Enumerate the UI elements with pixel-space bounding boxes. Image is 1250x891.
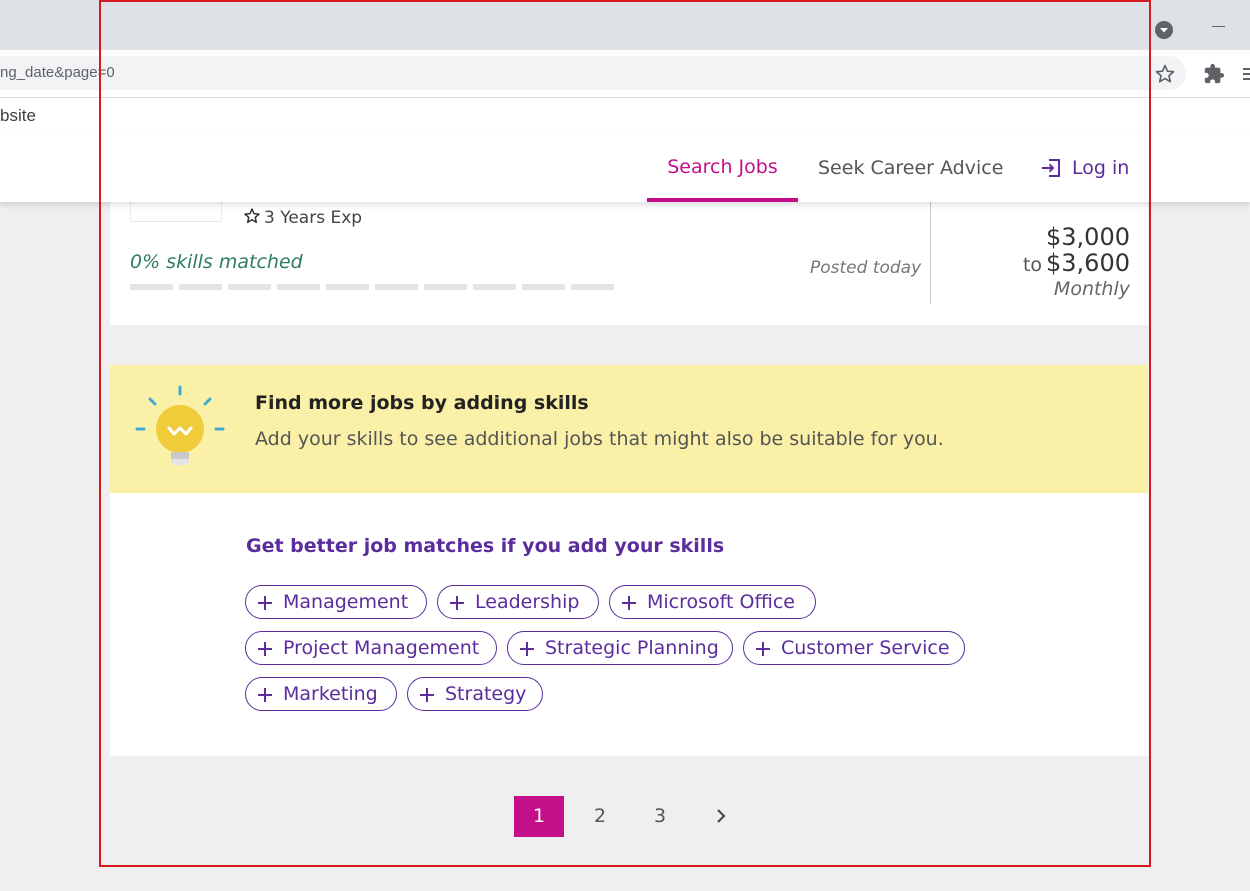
experience-star-icon bbox=[244, 208, 260, 224]
skill-chip-marketing[interactable]: Marketing bbox=[245, 677, 397, 711]
skill-match-segment bbox=[277, 284, 320, 290]
banner-description: Add your skills to see additional jobs t… bbox=[255, 428, 944, 450]
page-2-button[interactable]: 2 bbox=[575, 796, 625, 837]
page-1-button[interactable]: 1 bbox=[514, 796, 564, 837]
skill-match-segment bbox=[424, 284, 467, 290]
minimize-icon[interactable] bbox=[1212, 26, 1225, 27]
skills-heading: Get better job matches if you add your s… bbox=[246, 535, 725, 557]
skill-chip-strategy[interactable]: Strategy bbox=[407, 677, 543, 711]
salary-to-prefix: to bbox=[1022, 254, 1043, 276]
skill-match-segment bbox=[375, 284, 418, 290]
skill-chip-label: Strategic Planning bbox=[545, 637, 719, 659]
plus-icon bbox=[756, 642, 770, 656]
card-divider bbox=[930, 200, 931, 304]
login-label: Log in bbox=[1072, 157, 1130, 179]
job-card[interactable]: 3 Years Exp 0% skills matched Posted tod… bbox=[110, 190, 1148, 325]
skills-section: Get better job matches if you add your s… bbox=[110, 493, 1148, 756]
extensions-icon[interactable] bbox=[1203, 63, 1225, 85]
skill-match-segment bbox=[473, 284, 516, 290]
skill-match-segment bbox=[326, 284, 369, 290]
skill-match-meter bbox=[130, 284, 614, 290]
banner-title: Find more jobs by adding skills bbox=[255, 392, 589, 414]
skill-chip-label: Strategy bbox=[445, 683, 527, 705]
plus-icon bbox=[420, 688, 434, 702]
bookmark-item[interactable]: bsite bbox=[0, 106, 36, 126]
plus-icon bbox=[622, 596, 636, 610]
skills-matched-label: 0% skills matched bbox=[130, 251, 303, 273]
browser-toolbar: ng_date&page=0 bbox=[0, 50, 1250, 98]
skill-chip-customer-service[interactable]: Customer Service bbox=[743, 631, 965, 665]
nav-search-jobs[interactable]: Search Jobs bbox=[647, 134, 798, 202]
site-header: Search Jobs Seek Career Advice Log in bbox=[0, 134, 1250, 202]
plus-icon bbox=[450, 596, 464, 610]
experience-label: 3 Years Exp bbox=[264, 208, 363, 228]
skill-chip-label: Management bbox=[283, 591, 409, 613]
skill-chip-label: Marketing bbox=[283, 683, 378, 705]
chevron-right-icon bbox=[717, 809, 726, 823]
nav-login[interactable]: Log in bbox=[1040, 134, 1140, 202]
menu-icon[interactable] bbox=[1241, 67, 1250, 81]
salary-to: $3,600 bbox=[1046, 249, 1130, 277]
address-bar[interactable]: ng_date&page=0 bbox=[0, 56, 1186, 90]
skill-match-segment bbox=[522, 284, 565, 290]
skill-chip-label: Customer Service bbox=[781, 637, 950, 659]
experience-row: 3 Years Exp bbox=[243, 207, 362, 228]
profile-icon[interactable] bbox=[1154, 20, 1174, 40]
skill-match-segment bbox=[571, 284, 614, 290]
skill-match-segment bbox=[179, 284, 222, 290]
plus-icon bbox=[258, 596, 272, 610]
skill-chip-project-management[interactable]: Project Management bbox=[245, 631, 497, 665]
skill-match-segment bbox=[228, 284, 271, 290]
skill-chip-microsoft-office[interactable]: Microsoft Office bbox=[609, 585, 816, 619]
address-bar-url: ng_date&page=0 bbox=[0, 64, 115, 81]
plus-icon bbox=[520, 642, 534, 656]
bookmark-star-icon[interactable] bbox=[1154, 63, 1176, 85]
bookmarks-bar: bsite bbox=[0, 98, 1250, 134]
skill-chip-management[interactable]: Management bbox=[245, 585, 427, 619]
skill-chip-strategic-planning[interactable]: Strategic Planning bbox=[507, 631, 733, 665]
skill-chip-leadership[interactable]: Leadership bbox=[437, 585, 599, 619]
skill-match-segment bbox=[130, 284, 173, 290]
skill-chip-label: Microsoft Office bbox=[647, 591, 795, 613]
nav-career-advice[interactable]: Seek Career Advice bbox=[818, 134, 1003, 202]
lightbulb-icon bbox=[135, 385, 225, 465]
salary-to-row: to $3,600 bbox=[1023, 251, 1130, 278]
plus-icon bbox=[258, 642, 272, 656]
login-icon bbox=[1042, 159, 1060, 177]
skill-chip-label: Leadership bbox=[475, 591, 580, 613]
browser-tab-strip bbox=[0, 0, 1250, 50]
skill-chip-label: Project Management bbox=[283, 637, 480, 659]
posted-date: Posted today bbox=[810, 258, 922, 278]
plus-icon bbox=[258, 688, 272, 702]
add-skills-banner: Find more jobs by adding skills Add your… bbox=[110, 365, 1148, 493]
salary-from: $3,000 bbox=[1046, 223, 1130, 251]
page-3-button[interactable]: 3 bbox=[635, 796, 685, 837]
salary-block: $3,000 to $3,600 Monthly bbox=[1023, 223, 1130, 301]
salary-period: Monthly bbox=[1053, 278, 1130, 300]
next-page-button[interactable] bbox=[701, 796, 741, 837]
